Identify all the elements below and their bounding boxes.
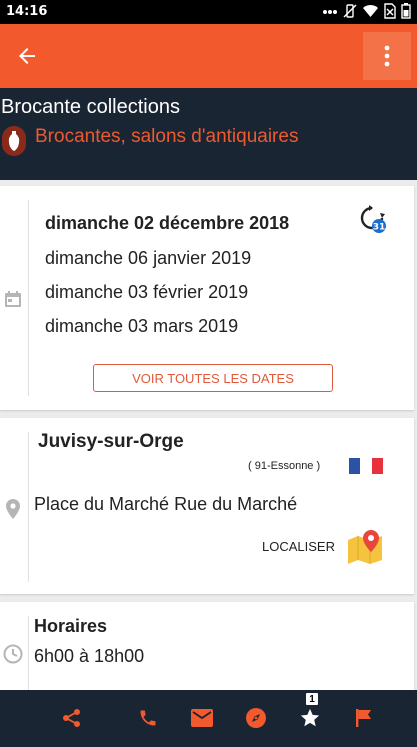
call-button[interactable] [134, 704, 162, 732]
share-icon [63, 709, 80, 727]
date-item: dimanche 06 janvier 2019 [45, 248, 252, 268]
event-header: Brocante collections Brocantes, salons d… [0, 88, 417, 180]
overflow-menu-button[interactable] [363, 32, 411, 80]
wifi-icon [362, 4, 379, 21]
mail-icon [191, 709, 213, 727]
localiser-label[interactable]: LOCALISER [262, 539, 335, 554]
date-item: dimanche 02 décembre 2018 [45, 213, 290, 233]
more-vertical-icon [384, 45, 390, 67]
status-time: 14:16 [6, 4, 48, 19]
favorite-button[interactable] [296, 704, 324, 732]
divider [28, 432, 29, 582]
phone-icon [140, 710, 156, 726]
back-button[interactable] [10, 39, 44, 73]
event-category: Brocantes, salons d'antiquaires [35, 126, 299, 147]
date-item: dimanche 03 février 2019 [45, 282, 249, 302]
hours-title: Horaires [34, 616, 108, 636]
vase-icon [2, 126, 26, 156]
star-icon [300, 708, 320, 727]
app-bar [0, 24, 417, 88]
divider [28, 616, 29, 692]
vibrate-off-icon [342, 3, 358, 22]
status-icons [322, 3, 411, 22]
notification-dots-icon [322, 5, 338, 20]
france-flag-icon [349, 458, 383, 474]
favorite-count-badge: 1 [305, 692, 319, 706]
battery-icon [401, 3, 411, 22]
location-card: Juvisy-sur-Orge ( 91-Essonne ) Place du … [0, 418, 414, 594]
report-button[interactable] [350, 704, 378, 732]
status-bar: 14:16 [0, 0, 417, 24]
see-all-dates-button[interactable]: VOIR TOUTES LES DATES [93, 364, 333, 392]
city-name: Juvisy-sur-Orge [38, 431, 184, 452]
clock-icon [2, 643, 24, 665]
flag-icon [356, 709, 371, 727]
recurrence-number: 31 [373, 223, 386, 233]
compass-icon [246, 708, 266, 728]
recurring-calendar-icon: 31 [358, 204, 388, 234]
date-item: dimanche 03 mars 2019 [45, 316, 239, 336]
bottom-action-bar [0, 690, 417, 747]
department: ( 91-Essonne ) [248, 460, 321, 472]
hours-value: 6h00 à 18h00 [34, 646, 145, 666]
location-pin-icon [2, 498, 24, 520]
share-button[interactable] [58, 704, 86, 732]
map-pin-icon[interactable] [346, 528, 384, 566]
address: Place du Marché Rue du Marché [34, 494, 298, 514]
dates-card: dimanche 02 décembre 2018 dimanche 06 ja… [0, 186, 414, 410]
email-button[interactable] [188, 704, 216, 732]
divider [28, 200, 29, 396]
hours-card: Horaires 6h00 à 18h00 [0, 602, 414, 692]
event-title: Brocante collections [1, 96, 180, 118]
directions-button[interactable] [242, 704, 270, 732]
no-sim-icon [383, 3, 397, 22]
arrow-left-icon [19, 48, 35, 64]
calendar-icon [2, 288, 24, 310]
